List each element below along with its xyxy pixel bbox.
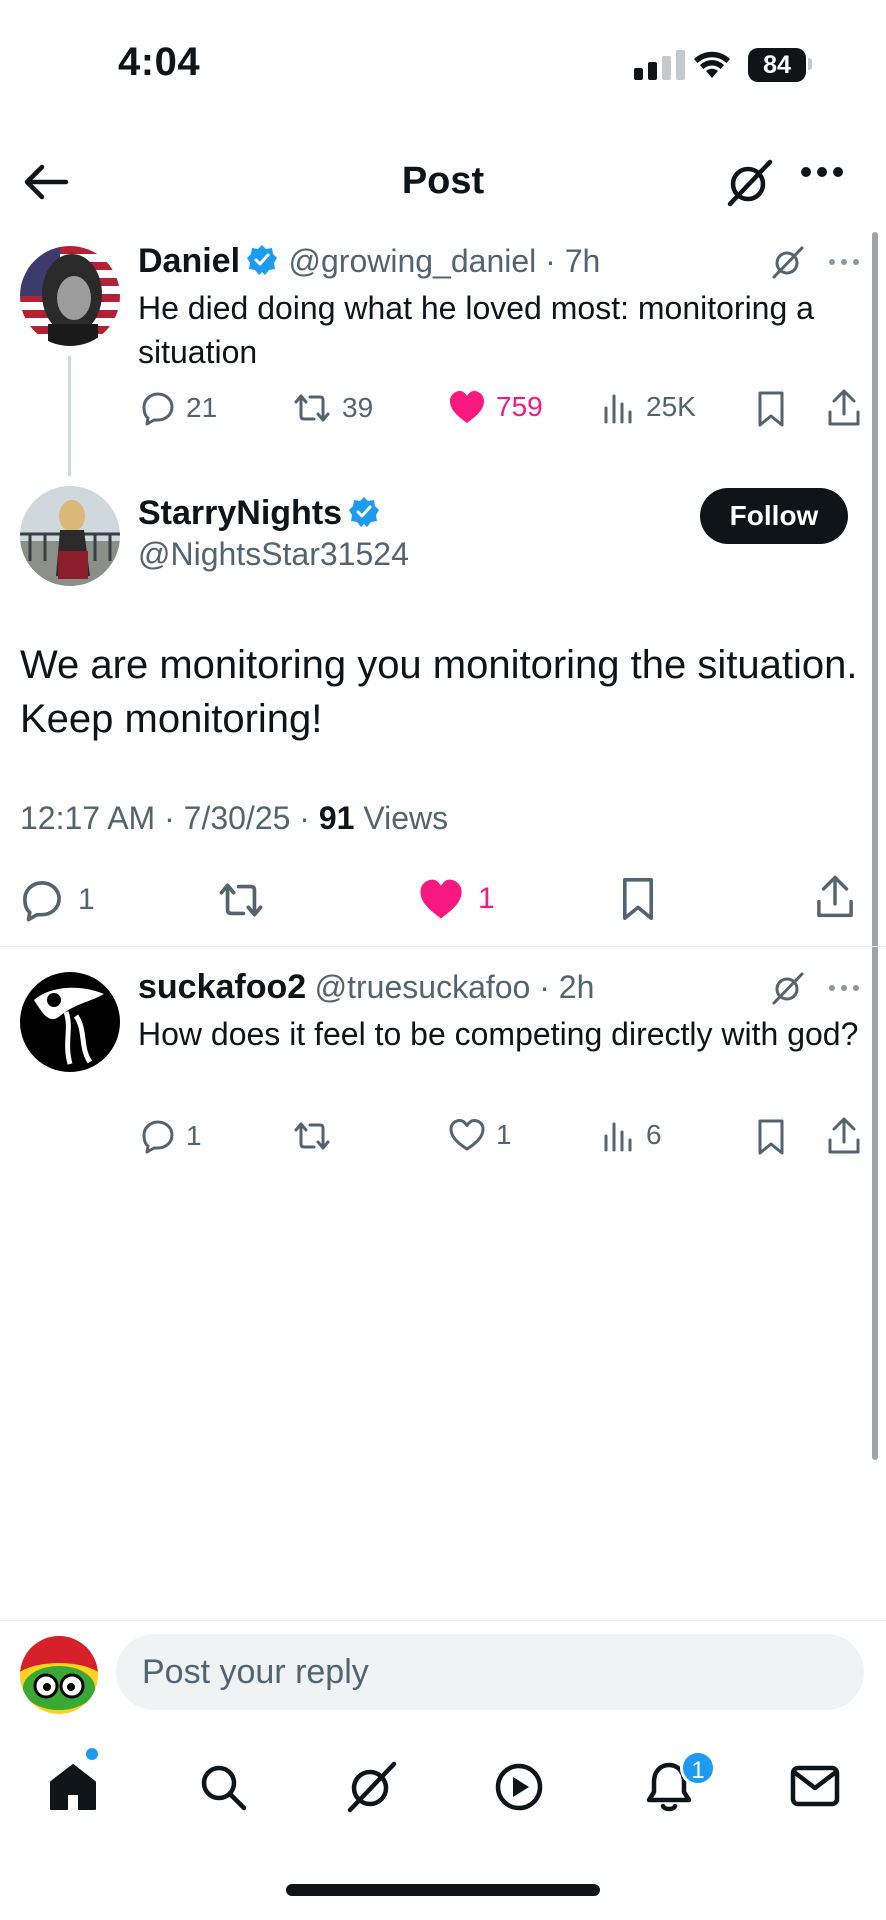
- bookmark-icon[interactable]: [620, 876, 656, 922]
- follow-button[interactable]: Follow: [700, 488, 848, 544]
- views-chart-icon: [604, 394, 632, 424]
- post-header: suckafoo2 @truesuckafoo · 2h: [138, 968, 594, 1007]
- like-count: 1: [478, 882, 495, 915]
- home-indicator: [286, 1884, 600, 1896]
- repost-icon[interactable]: [292, 1118, 332, 1154]
- verified-badge-icon: [247, 245, 278, 275]
- like-button[interactable]: 1: [448, 1118, 512, 1152]
- views-button[interactable]: 6: [602, 1118, 662, 1152]
- home-icon[interactable]: [48, 1762, 98, 1812]
- cellular-signal-icon: [634, 50, 685, 80]
- grok-icon[interactable]: [724, 156, 776, 208]
- more-options-icon[interactable]: [828, 258, 860, 266]
- divider: [0, 946, 886, 947]
- like-button[interactable]: 759: [448, 390, 543, 424]
- author-name[interactable]: suckafoo2: [138, 968, 306, 1006]
- views-label: Views: [363, 800, 449, 836]
- reply-count: 1: [186, 1120, 202, 1151]
- reply-count: 1: [78, 883, 95, 916]
- avatar-suckafoo2[interactable]: [20, 972, 120, 1072]
- heart-outline-icon: [449, 1119, 485, 1151]
- search-icon[interactable]: [198, 1762, 248, 1812]
- reply-button[interactable]: 21: [140, 390, 217, 426]
- battery-tip: [808, 58, 812, 70]
- post-time: 7h: [564, 243, 601, 279]
- reply-input[interactable]: Post your reply: [116, 1634, 864, 1710]
- views-button[interactable]: 25K: [602, 390, 696, 424]
- scrollbar[interactable]: [872, 232, 878, 1460]
- views-chart-icon: [604, 1122, 632, 1152]
- repost-icon[interactable]: [216, 878, 266, 922]
- post-time: 12:17 AM: [20, 800, 156, 836]
- post-metadata: 12:17 AM · 7/30/25 · 91 Views: [20, 800, 449, 836]
- repost-icon: [294, 394, 330, 422]
- author-line: StarryNights: [138, 494, 380, 533]
- grok-icon[interactable]: [770, 244, 806, 280]
- reply-count: 21: [186, 392, 218, 423]
- views-count: 25K: [646, 391, 696, 422]
- like-count: 1: [496, 1119, 512, 1150]
- notifications-badge: 1: [680, 1750, 716, 1786]
- share-icon[interactable]: [826, 388, 862, 428]
- repost-button[interactable]: 39: [292, 390, 373, 426]
- avatar-starrynights[interactable]: [20, 486, 120, 586]
- more-options-icon[interactable]: [828, 984, 860, 992]
- current-user-avatar[interactable]: [20, 1636, 98, 1714]
- views-count: 6: [646, 1119, 662, 1150]
- more-options-icon[interactable]: [800, 166, 844, 178]
- grok-icon[interactable]: [770, 970, 806, 1006]
- heart-filled-icon: [420, 879, 462, 919]
- bookmark-icon[interactable]: [756, 1118, 786, 1156]
- author-name[interactable]: StarryNights: [138, 494, 342, 532]
- post-date: 7/30/25: [183, 800, 291, 836]
- divider: [0, 1620, 886, 1621]
- messages-mail-icon[interactable]: [790, 1764, 840, 1808]
- author-handle[interactable]: @growing_daniel: [289, 243, 537, 279]
- author-name[interactable]: Daniel: [138, 242, 240, 280]
- dot-separator: ·: [536, 243, 565, 279]
- share-icon[interactable]: [814, 874, 856, 920]
- grok-icon[interactable]: [344, 1758, 400, 1814]
- post-text: We are monitoring you monitoring the sit…: [20, 643, 858, 741]
- views-count: 91: [318, 800, 355, 836]
- verified-badge-icon: [349, 497, 380, 527]
- reply-icon: [142, 392, 174, 426]
- repost-count: 39: [342, 392, 374, 423]
- thread-connector-line: [68, 356, 71, 476]
- like-button[interactable]: 1: [418, 878, 495, 920]
- post-header: Daniel @growing_daniel · 7h: [138, 242, 600, 281]
- reply-icon: [142, 1120, 174, 1154]
- post-text: He died doing what he loved most: monito…: [138, 290, 814, 370]
- avatar-daniel[interactable]: [20, 246, 120, 346]
- like-count: 759: [496, 391, 543, 422]
- post-text: How does it feel to be competing directl…: [138, 1016, 859, 1052]
- wifi-icon: [694, 51, 730, 78]
- video-play-icon[interactable]: [494, 1762, 544, 1812]
- dot-separator: ·: [530, 969, 559, 1005]
- home-notification-dot: [86, 1748, 98, 1760]
- author-handle[interactable]: @truesuckafoo: [315, 969, 531, 1005]
- share-icon[interactable]: [826, 1116, 862, 1156]
- status-time: 4:04: [118, 40, 201, 84]
- bookmark-icon[interactable]: [756, 390, 786, 428]
- reply-button[interactable]: 1: [20, 878, 95, 922]
- author-handle[interactable]: @NightsStar31524: [138, 536, 409, 573]
- reply-icon: [23, 881, 61, 922]
- heart-filled-icon: [450, 391, 484, 423]
- battery-icon: 84: [748, 48, 806, 82]
- reply-button[interactable]: 1: [140, 1118, 202, 1154]
- post-time: 2h: [558, 969, 595, 1005]
